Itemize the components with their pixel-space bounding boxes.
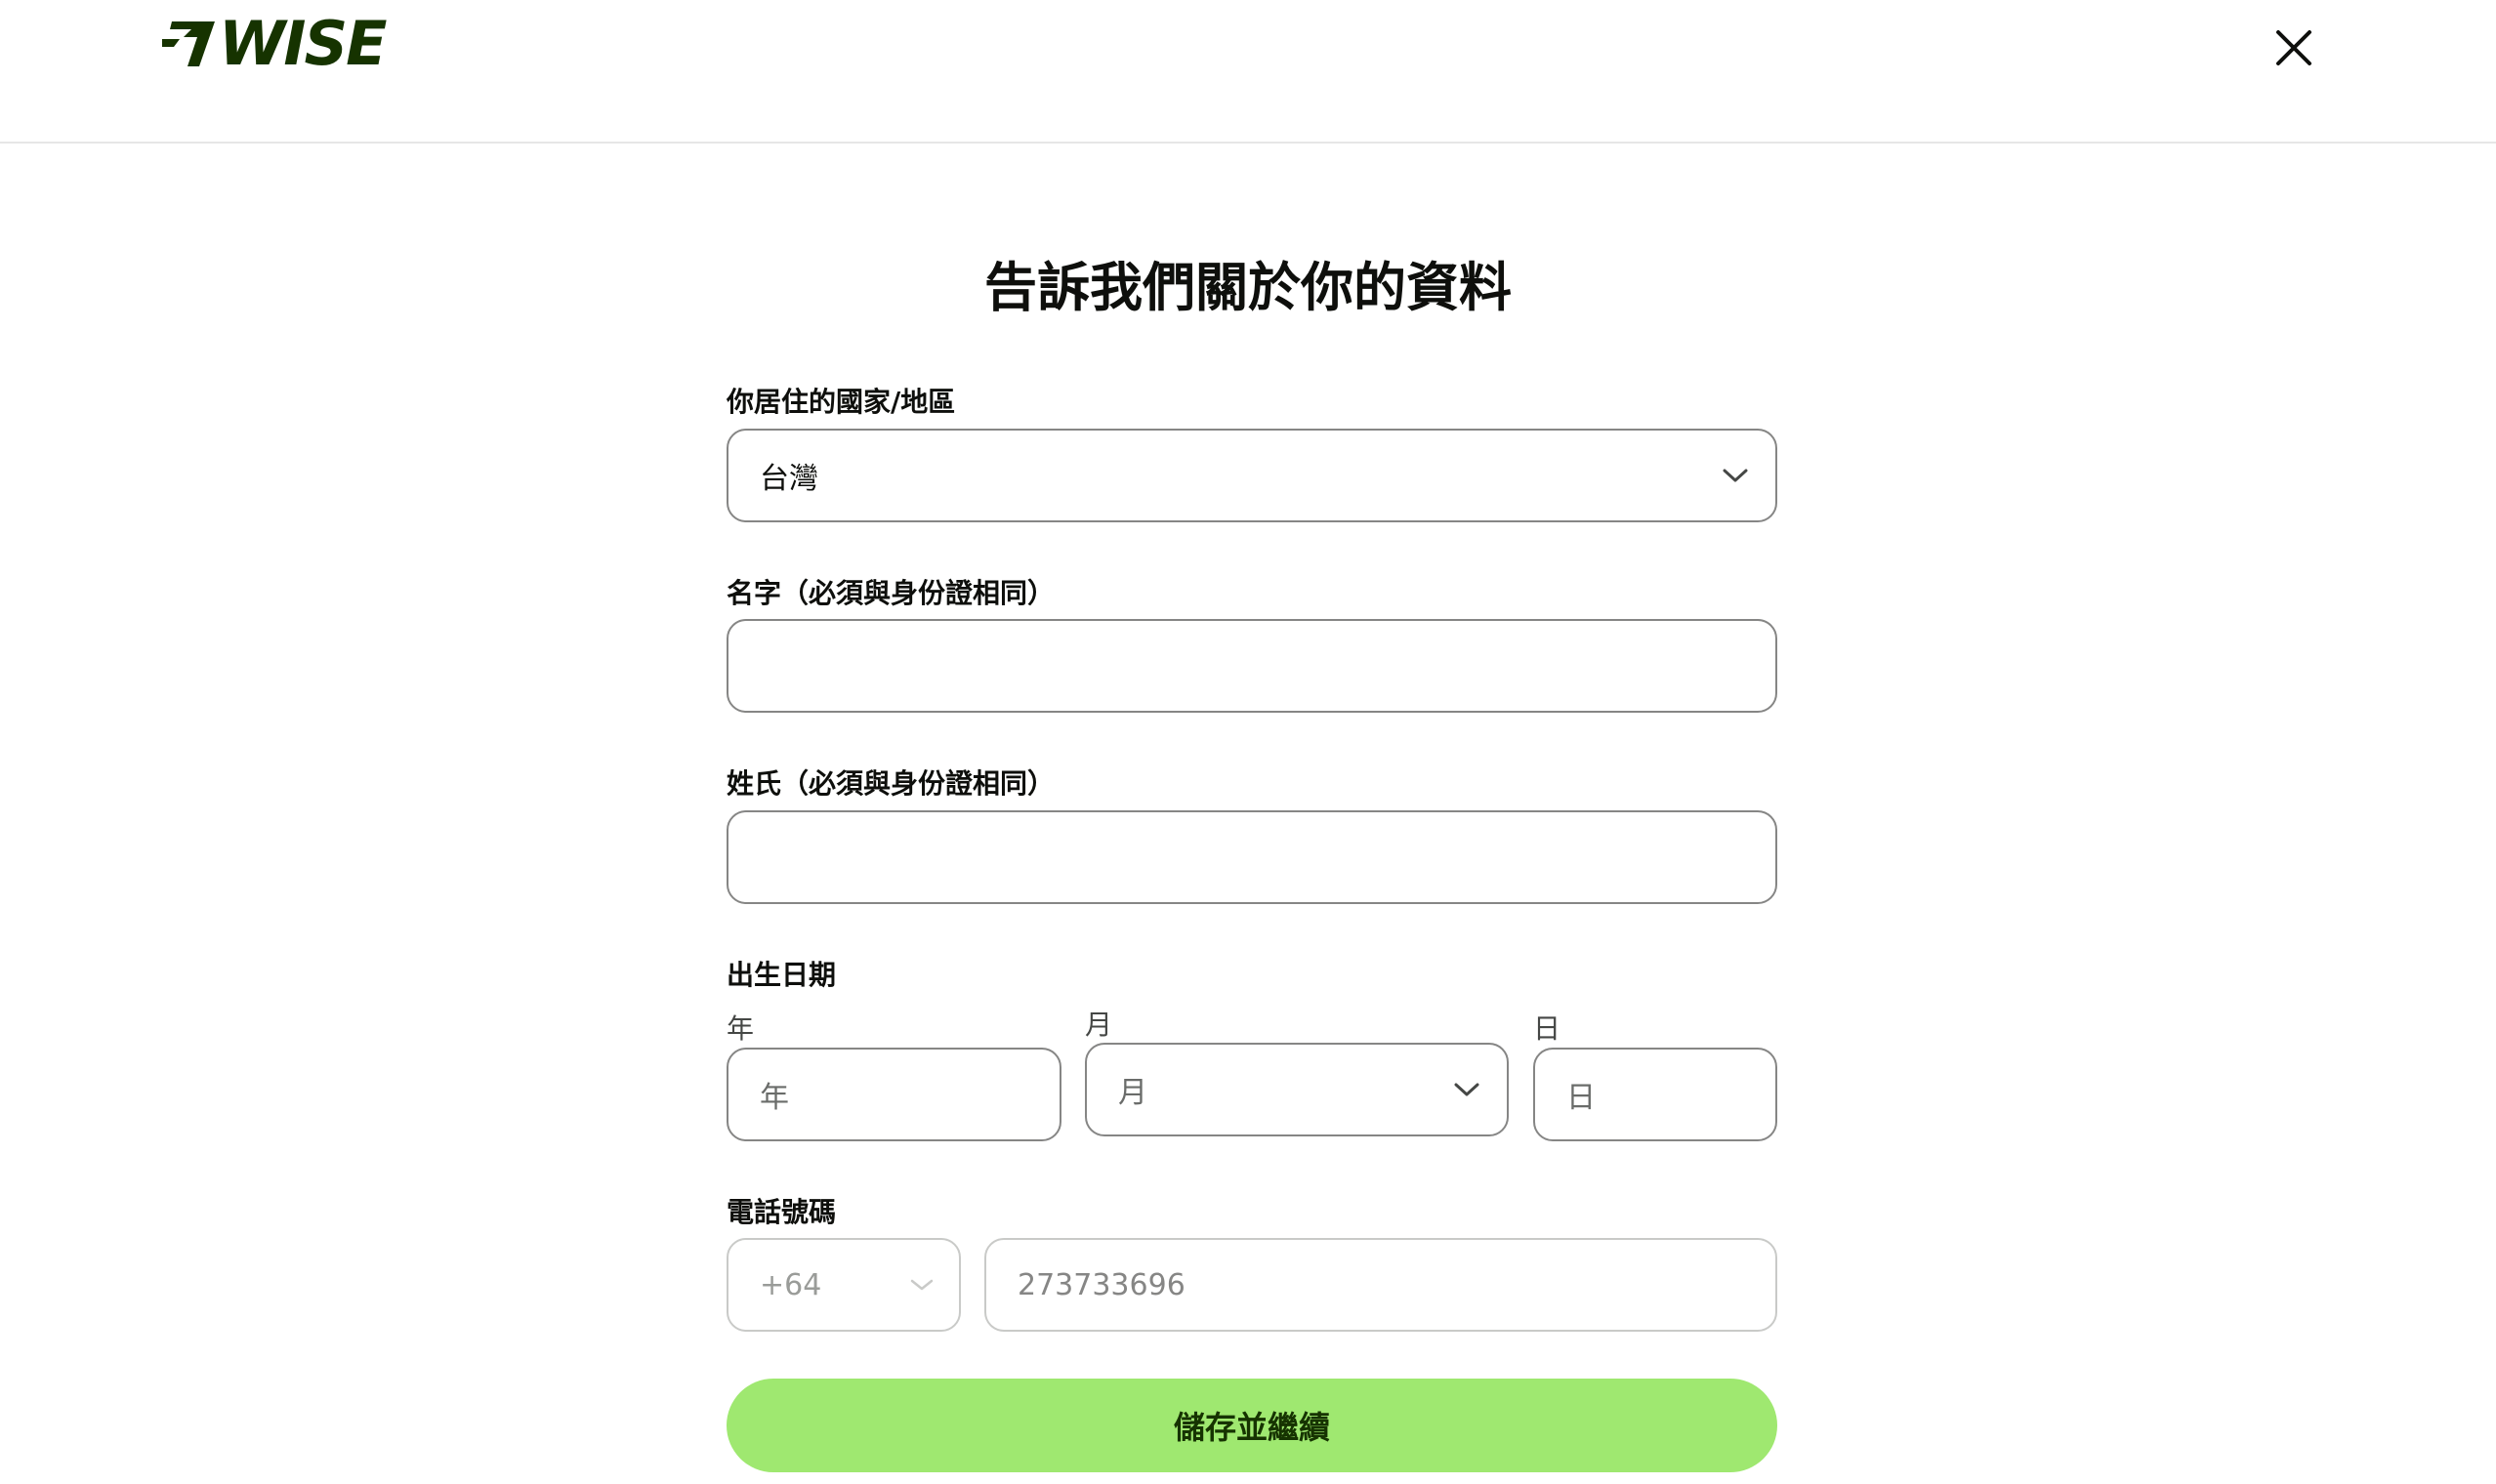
dob-day-label: 日 [1533,1012,1561,1045]
dob-day-input[interactable]: 日 [1533,1048,1777,1141]
dob-year-placeholder: 年 [760,1081,789,1115]
phone-number-placeholder: 273733696 [1018,1267,1186,1302]
close-icon[interactable] [2270,24,2317,71]
country-select[interactable]: 台灣 [727,429,1777,522]
wise-flag-icon [162,21,215,66]
country-label: 你居住的國家/地區 [727,386,956,418]
country-value: 台灣 [760,462,818,496]
dob-year-label: 年 [727,1012,755,1045]
phone-number-input[interactable]: 273733696 [984,1238,1777,1332]
save-and-continue-button[interactable]: 儲存並繼續 [727,1379,1777,1472]
chevron-down-icon [1723,469,1748,482]
dob-day-placeholder: 日 [1566,1081,1596,1115]
first-name-label: 名字（必須與身份證相同） [727,577,1056,609]
last-name-label: 姓氏（必須與身份證相同） [727,767,1056,800]
dob-year-input[interactable]: 年 [727,1048,1061,1141]
chevron-down-icon [910,1279,934,1291]
chevron-down-icon [1454,1083,1479,1096]
wise-wordmark: WISE [219,7,387,79]
page-title: 告訴我們關於你的資料 [984,257,1512,318]
dob-month-placeholder: 月 [1118,1076,1147,1110]
first-name-input[interactable] [727,619,1777,713]
dob-month-select[interactable]: 月 [1085,1043,1509,1136]
dob-label: 出生日期 [727,959,837,991]
save-and-continue-label: 儲存並繼續 [1173,1409,1330,1446]
phone-country-code-select[interactable]: +64 [727,1238,961,1332]
phone-country-code: +64 [760,1267,822,1302]
phone-label: 電話號碼 [727,1196,837,1228]
dob-month-label: 月 [1085,1009,1113,1041]
top-bar: WISE [0,0,2496,144]
last-name-input[interactable] [727,810,1777,904]
wise-logo[interactable]: WISE [162,8,387,79]
